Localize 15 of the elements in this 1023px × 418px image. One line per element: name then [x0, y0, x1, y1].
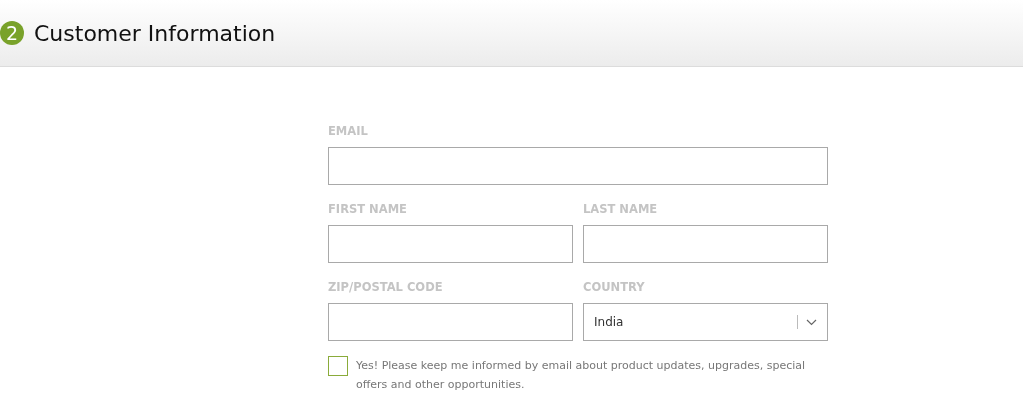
- newsletter-label: Yes! Please keep me informed by email about product updates, upgrades, special offers and other opportunities.: [356, 358, 807, 393]
- section-title: Customer Information: [34, 20, 276, 46]
- field-label: FIRST NAME: [328, 202, 408, 218]
- input-field[interactable]: [328, 147, 828, 185]
- field-label: ZIP/POSTAL CODE: [328, 280, 444, 296]
- field-label: LAST NAME: [583, 202, 659, 218]
- field-label: COUNTRY: [583, 280, 646, 296]
- input-field[interactable]: [328, 225, 573, 263]
- field-label: EMAIL: [328, 124, 369, 140]
- chevron-down-icon: [806, 318, 817, 326]
- input-field[interactable]: [583, 225, 828, 263]
- input-field[interactable]: [328, 303, 573, 341]
- newsletter-checkbox[interactable]: [328, 356, 348, 376]
- step-badge: 2: [0, 21, 24, 45]
- country-dropdown[interactable]: India: [583, 303, 828, 341]
